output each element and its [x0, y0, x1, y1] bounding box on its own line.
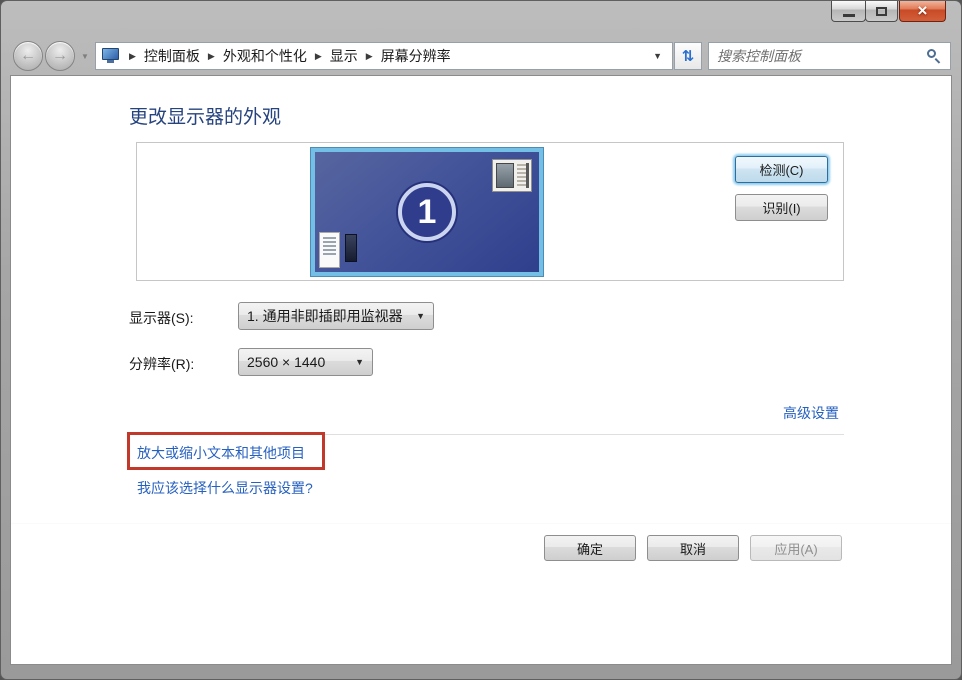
monitor-number: 1 [418, 193, 437, 232]
display-select-value: 1. 通用非即插即用监视器 [247, 306, 403, 326]
display-settings-help-link[interactable]: 我应该选择什么显示器设置? [137, 478, 313, 498]
breadcrumb: ▶ 控制面板 ▶ 外观和个性化 ▶ 显示 ▶ 屏幕分辨率 ▼ [95, 42, 673, 70]
forward-button[interactable]: → [45, 41, 75, 71]
page-title: 更改显示器的外观 [129, 102, 281, 129]
mini-document-icon [319, 232, 340, 268]
maximize-icon [876, 7, 887, 16]
resolution-select-value: 2560 × 1440 [247, 354, 325, 370]
close-button[interactable]: × [899, 1, 946, 22]
cancel-button[interactable]: 取消 [647, 535, 739, 561]
identify-button[interactable]: 识别(I) [735, 194, 828, 221]
resolution-select[interactable]: 2560 × 1440 ▼ [238, 348, 373, 376]
breadcrumb-separator-icon: ▶ [366, 51, 373, 62]
refresh-button[interactable]: ⇅ [674, 42, 702, 70]
breadcrumb-separator-icon: ▶ [208, 51, 215, 62]
search-box [708, 42, 951, 70]
screen-resolution-window: × ← → ▼ ▶ 控制面板 ▶ 外观和个性化 ▶ 显示 ▶ 屏幕分辨率 ▼ ⇅ [0, 0, 962, 680]
apply-button-disabled: 应用(A) [750, 535, 842, 561]
address-dropdown-caret-icon[interactable]: ▼ [649, 51, 666, 61]
ok-button[interactable]: 确定 [544, 535, 636, 561]
resolution-label: 分辨率(R): [129, 354, 194, 374]
breadcrumb-item-appearance[interactable]: 外观和个性化 [223, 46, 307, 66]
breadcrumb-item-control-panel[interactable]: 控制面板 [144, 46, 200, 66]
display-label: 显示器(S): [129, 308, 194, 328]
recent-pages-caret-icon[interactable]: ▼ [81, 52, 89, 61]
search-input[interactable] [717, 48, 926, 64]
breadcrumb-separator-icon: ▶ [315, 51, 322, 62]
mini-panel-icon [345, 234, 357, 262]
chevron-down-icon: ▼ [416, 311, 425, 321]
monitor-number-badge: 1 [398, 183, 456, 241]
forward-arrow-icon: → [52, 47, 68, 65]
display-select[interactable]: 1. 通用非即插即用监视器 ▼ [238, 302, 434, 330]
section-divider [129, 434, 844, 435]
navigation-bar: ← → ▼ ▶ 控制面板 ▶ 外观和个性化 ▶ 显示 ▶ 屏幕分辨率 ▼ ⇅ [13, 41, 949, 71]
search-icon [926, 48, 942, 64]
advanced-settings-link[interactable]: 高级设置 [783, 403, 839, 423]
monitor-1-graphic[interactable]: 1 [311, 148, 543, 276]
breadcrumb-item-screen-resolution[interactable]: 屏幕分辨率 [381, 46, 451, 66]
monitor-preview-panel: 1 检测(C) 识别(I) [136, 142, 844, 281]
chevron-down-icon: ▼ [355, 357, 364, 367]
detect-button[interactable]: 检测(C) [735, 156, 828, 183]
breadcrumb-separator-icon: ▶ [129, 51, 136, 62]
minimize-button[interactable] [831, 1, 866, 22]
maximize-button[interactable] [865, 1, 898, 22]
mini-window-icon [492, 159, 532, 192]
window-controls: × [832, 1, 946, 22]
content-area: 更改显示器的外观 1 检测(C) 识别(I) 显示器(S): 1. 通用非即插即… [10, 75, 952, 665]
close-icon: × [918, 1, 928, 21]
back-button[interactable]: ← [13, 41, 43, 71]
control-panel-icon [102, 48, 121, 64]
minimize-icon [843, 14, 855, 17]
footer-divider [11, 523, 951, 524]
back-arrow-icon: ← [20, 47, 36, 65]
make-text-larger-link[interactable]: 放大或缩小文本和其他项目 [137, 443, 305, 463]
refresh-icon: ⇅ [682, 47, 695, 65]
breadcrumb-item-display[interactable]: 显示 [330, 46, 358, 66]
